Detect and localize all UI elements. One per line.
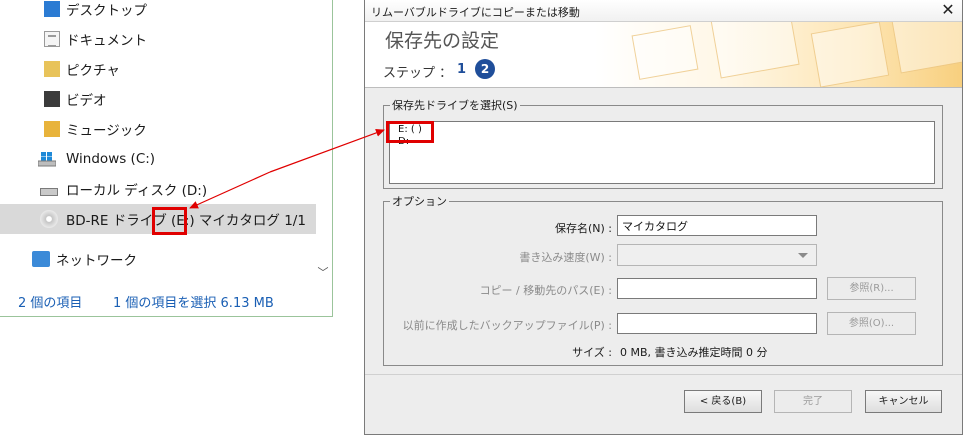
write-speed-select[interactable] bbox=[617, 244, 817, 266]
nav-item-label: ネットワーク bbox=[56, 253, 137, 269]
windows-drive-icon bbox=[37, 151, 57, 167]
browse-backup-button[interactable]: 参照(O)... bbox=[827, 312, 916, 335]
music-folder-icon bbox=[44, 121, 60, 137]
dialog-title: リムーバブルドライブにコピーまたは移動 bbox=[371, 6, 580, 19]
backup-file-input[interactable] bbox=[617, 313, 817, 334]
status-bar: 2 個の項目 1 個の項目を選択 6.13 MB bbox=[0, 285, 332, 315]
close-icon[interactable]: ✕ bbox=[940, 1, 956, 19]
banner-image bbox=[595, 22, 962, 87]
nav-item-label: デスクトップ bbox=[66, 3, 147, 19]
save-name-label: 保存名(N) : bbox=[554, 222, 612, 235]
nav-item-label: ピクチャ bbox=[66, 63, 120, 79]
save-name-input[interactable] bbox=[617, 215, 817, 236]
back-button[interactable]: < 戻る(B) bbox=[684, 390, 762, 413]
file-explorer-pane: デスクトップ ドキュメント ピクチャ ビデオ ミュージック Windows (C… bbox=[0, 0, 333, 317]
nav-item-network[interactable]: ネットワーク bbox=[0, 244, 316, 274]
pictures-folder-icon bbox=[44, 61, 60, 77]
step-label: ステップ ： bbox=[383, 66, 453, 81]
status-item-count: 2 個の項目 bbox=[18, 296, 83, 311]
status-selection: 1 個の項目を選択 6.13 MB bbox=[113, 296, 274, 311]
copy-path-input[interactable] bbox=[617, 278, 817, 299]
nav-item-desktop[interactable]: デスクトップ bbox=[0, 0, 316, 24]
footer-divider bbox=[365, 374, 962, 375]
nav-item-documents[interactable]: ドキュメント bbox=[0, 24, 316, 54]
options-legend: オプション bbox=[392, 195, 447, 208]
nav-item-videos[interactable]: ビデオ bbox=[0, 84, 316, 114]
browse-path-button[interactable]: 参照(R)... bbox=[827, 277, 916, 300]
network-icon bbox=[32, 251, 50, 267]
drive-listbox[interactable]: E: ( ) D: bbox=[389, 121, 935, 184]
destination-legend: 保存先ドライブを選択(S) bbox=[392, 99, 518, 112]
dialog-titlebar: リムーバブルドライブにコピーまたは移動 ✕ bbox=[365, 0, 962, 22]
nav-item-local-disk[interactable]: ローカル ディスク (D:) bbox=[0, 174, 316, 204]
nav-item-windows-drive[interactable]: Windows (C:) bbox=[0, 144, 316, 174]
wizard-header: 保存先の設定 ステップ ： 1 2 bbox=[365, 22, 962, 88]
annotation-highlight-dialog-drive bbox=[386, 121, 434, 143]
cancel-button[interactable]: キャンセル bbox=[865, 390, 942, 413]
documents-folder-icon bbox=[44, 31, 60, 47]
hard-disk-icon bbox=[40, 188, 58, 196]
size-value: 0 MB, 書き込み推定時間 0 分 bbox=[620, 346, 768, 359]
copy-path-label: コピー / 移動先のパス(E) : bbox=[479, 284, 612, 297]
nav-item-music[interactable]: ミュージック bbox=[0, 114, 316, 144]
step-2-indicator-active: 2 bbox=[475, 59, 495, 79]
desktop-folder-icon bbox=[44, 1, 60, 17]
step-1-indicator: 1 bbox=[457, 62, 467, 77]
chevron-down-icon bbox=[798, 253, 808, 258]
size-label: サイズ : bbox=[572, 346, 612, 359]
scroll-down-icon[interactable]: ﹀ bbox=[313, 263, 333, 283]
nav-item-label: ミュージック bbox=[66, 123, 147, 139]
copy-move-dialog: リムーバブルドライブにコピーまたは移動 ✕ 保存先の設定 ステップ ： 1 2 … bbox=[364, 0, 963, 435]
nav-item-label: ドキュメント bbox=[66, 33, 147, 49]
backup-file-label: 以前に作成したバックアップファイル(P) : bbox=[402, 319, 612, 332]
annotation-highlight-explorer-drive bbox=[152, 207, 187, 235]
page-title: 保存先の設定 bbox=[385, 30, 500, 52]
nav-item-label: Windows (C:) bbox=[66, 151, 156, 167]
write-speed-label: 書き込み速度(W) : bbox=[519, 251, 612, 264]
videos-folder-icon bbox=[44, 91, 60, 107]
nav-item-pictures[interactable]: ピクチャ bbox=[0, 54, 316, 84]
optical-disc-icon bbox=[40, 210, 58, 228]
nav-item-label: ローカル ディスク (D:) bbox=[66, 183, 208, 199]
finish-button[interactable]: 完了 bbox=[774, 390, 852, 413]
nav-item-label: ビデオ bbox=[66, 93, 107, 109]
